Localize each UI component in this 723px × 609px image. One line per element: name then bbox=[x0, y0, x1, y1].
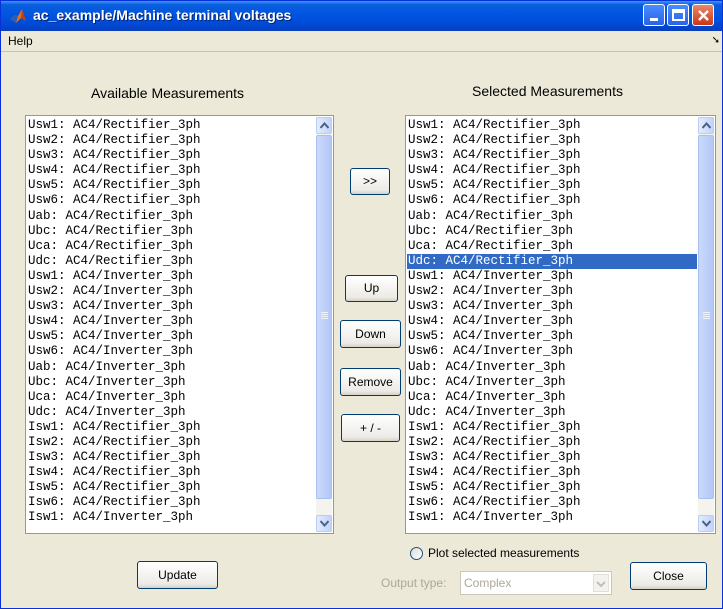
list-item[interactable]: Uca: AC4/Rectifier_3ph bbox=[27, 239, 315, 254]
available-scrollbar[interactable] bbox=[316, 117, 332, 532]
up-button[interactable]: Up bbox=[345, 275, 398, 302]
list-item[interactable]: Usw3: AC4/Rectifier_3ph bbox=[27, 148, 315, 163]
scroll-down-icon bbox=[320, 520, 329, 527]
list-item[interactable]: Usw4: AC4/Inverter_3ph bbox=[27, 314, 315, 329]
window: ac_example/Machine terminal voltages Hel… bbox=[0, 0, 723, 609]
list-item[interactable]: Uab: AC4/Rectifier_3ph bbox=[27, 209, 315, 224]
list-item[interactable]: Usw2: AC4/Inverter_3ph bbox=[27, 284, 315, 299]
list-item[interactable]: Isw6: AC4/Rectifier_3ph bbox=[27, 495, 315, 510]
list-item[interactable]: Isw3: AC4/Rectifier_3ph bbox=[407, 450, 697, 465]
remove-button[interactable]: Remove bbox=[340, 368, 401, 396]
scroll-up-icon bbox=[320, 122, 329, 129]
list-item[interactable]: Ubc: AC4/Rectifier_3ph bbox=[407, 224, 697, 239]
list-item[interactable]: Isw3: AC4/Rectifier_3ph bbox=[27, 450, 315, 465]
selected-label: Selected Measurements bbox=[472, 83, 623, 99]
scroll-up-button[interactable] bbox=[698, 117, 714, 134]
list-item[interactable]: Usw5: AC4/Rectifier_3ph bbox=[407, 178, 697, 193]
list-item[interactable]: Usw1: AC4/Rectifier_3ph bbox=[27, 118, 315, 133]
list-item[interactable]: Uca: AC4/Inverter_3ph bbox=[407, 390, 697, 405]
list-item[interactable]: Isw6: AC4/Rectifier_3ph bbox=[407, 495, 697, 510]
list-item[interactable]: Isw1: AC4/Inverter_3ph bbox=[27, 510, 315, 525]
list-item[interactable]: Usw1: AC4/Rectifier_3ph bbox=[407, 118, 697, 133]
list-item[interactable]: Isw5: AC4/Rectifier_3ph bbox=[407, 480, 697, 495]
output-type-label: Output type: bbox=[381, 576, 447, 590]
list-item[interactable]: Udc: AC4/Rectifier_3ph bbox=[27, 254, 315, 269]
list-item[interactable]: Usw1: AC4/Inverter_3ph bbox=[27, 269, 315, 284]
down-button[interactable]: Down bbox=[340, 320, 401, 348]
list-item[interactable]: Uca: AC4/Rectifier_3ph bbox=[407, 239, 697, 254]
list-item[interactable]: Usw2: AC4/Rectifier_3ph bbox=[407, 133, 697, 148]
close-window-button[interactable] bbox=[692, 4, 714, 26]
list-item[interactable]: Uca: AC4/Inverter_3ph bbox=[27, 390, 315, 405]
available-listbox[interactable]: Usw1: AC4/Rectifier_3ph Usw2: AC4/Rectifi… bbox=[25, 115, 334, 534]
update-button[interactable]: Update bbox=[137, 561, 218, 589]
list-item[interactable]: Isw5: AC4/Rectifier_3ph bbox=[27, 480, 315, 495]
list-item[interactable]: Ubc: AC4/Inverter_3ph bbox=[27, 375, 315, 390]
add-button[interactable]: >> bbox=[350, 168, 390, 195]
list-item[interactable]: Usw6: AC4/Inverter_3ph bbox=[407, 344, 697, 359]
scroll-thumb[interactable] bbox=[698, 135, 714, 499]
list-item[interactable]: Udc: AC4/Rectifier_3ph bbox=[407, 253, 697, 269]
list-item[interactable]: Isw4: AC4/Rectifier_3ph bbox=[27, 465, 315, 480]
list-item[interactable]: Usw3: AC4/Inverter_3ph bbox=[27, 299, 315, 314]
title-bar[interactable]: ac_example/Machine terminal voltages bbox=[1, 1, 722, 31]
list-item[interactable]: Uab: AC4/Inverter_3ph bbox=[27, 360, 315, 375]
list-item[interactable]: Usw3: AC4/Inverter_3ph bbox=[407, 299, 697, 314]
list-item[interactable]: Usw1: AC4/Inverter_3ph bbox=[407, 269, 697, 284]
list-item[interactable]: Usw6: AC4/Rectifier_3ph bbox=[27, 193, 315, 208]
menu-bar: Help ➘ bbox=[1, 31, 722, 52]
plot-radio-label: Plot selected measurements bbox=[428, 546, 580, 560]
close-icon bbox=[698, 10, 709, 21]
list-item[interactable]: Usw5: AC4/Rectifier_3ph bbox=[27, 178, 315, 193]
available-label: Available Measurements bbox=[91, 85, 245, 101]
list-item[interactable]: Usw3: AC4/Rectifier_3ph bbox=[407, 148, 697, 163]
output-type-select[interactable]: Complex bbox=[460, 571, 612, 595]
list-item[interactable]: Isw1: AC4/Inverter_3ph bbox=[407, 510, 697, 525]
list-item[interactable]: Usw4: AC4/Inverter_3ph bbox=[407, 314, 697, 329]
list-item[interactable]: Isw2: AC4/Rectifier_3ph bbox=[407, 435, 697, 450]
selected-items: Usw1: AC4/Rectifier_3ph Usw2: AC4/Rectifi… bbox=[407, 118, 697, 526]
plot-radio[interactable] bbox=[410, 547, 423, 560]
list-item[interactable]: Isw1: AC4/Rectifier_3ph bbox=[407, 420, 697, 435]
list-item[interactable]: Usw6: AC4/Inverter_3ph bbox=[27, 344, 315, 359]
list-item[interactable]: Udc: AC4/Inverter_3ph bbox=[27, 405, 315, 420]
minimize-button[interactable] bbox=[643, 4, 665, 26]
window-title: ac_example/Machine terminal voltages bbox=[33, 7, 292, 23]
selected-listbox[interactable]: Usw1: AC4/Rectifier_3ph Usw2: AC4/Rectifi… bbox=[405, 115, 716, 534]
maximize-button[interactable] bbox=[667, 4, 689, 26]
available-items: Usw1: AC4/Rectifier_3ph Usw2: AC4/Rectifi… bbox=[27, 118, 315, 526]
list-item[interactable]: Isw4: AC4/Rectifier_3ph bbox=[407, 465, 697, 480]
scroll-down-icon bbox=[702, 520, 711, 527]
scroll-up-button[interactable] bbox=[316, 117, 332, 134]
list-item[interactable]: Udc: AC4/Inverter_3ph bbox=[407, 405, 697, 420]
list-item[interactable]: Usw5: AC4/Inverter_3ph bbox=[27, 329, 315, 344]
list-item[interactable]: Uab: AC4/Rectifier_3ph bbox=[407, 209, 697, 224]
list-item[interactable]: Usw4: AC4/Rectifier_3ph bbox=[27, 163, 315, 178]
sign-toggle-button[interactable]: + / - bbox=[341, 414, 400, 442]
list-item[interactable]: Usw2: AC4/Rectifier_3ph bbox=[27, 133, 315, 148]
scroll-down-button[interactable] bbox=[316, 515, 332, 532]
list-item[interactable]: Isw1: AC4/Rectifier_3ph bbox=[27, 420, 315, 435]
output-type-value: Complex bbox=[464, 576, 512, 590]
close-button[interactable]: Close bbox=[630, 562, 707, 590]
list-item[interactable]: Ubc: AC4/Rectifier_3ph bbox=[27, 224, 315, 239]
list-item[interactable]: Usw4: AC4/Rectifier_3ph bbox=[407, 163, 697, 178]
scroll-thumb[interactable] bbox=[316, 135, 332, 499]
scroll-down-button[interactable] bbox=[698, 515, 714, 532]
matlab-icon bbox=[9, 7, 27, 25]
menu-help[interactable]: Help bbox=[8, 34, 33, 48]
list-item[interactable]: Isw2: AC4/Rectifier_3ph bbox=[27, 435, 315, 450]
maximize-icon bbox=[672, 9, 685, 21]
list-item[interactable]: Ubc: AC4/Inverter_3ph bbox=[407, 375, 697, 390]
list-item[interactable]: Usw2: AC4/Inverter_3ph bbox=[407, 284, 697, 299]
list-item[interactable]: Uab: AC4/Inverter_3ph bbox=[407, 360, 697, 375]
menu-arrow-icon[interactable]: ➘ bbox=[712, 35, 720, 46]
dropdown-arrow-icon[interactable] bbox=[593, 574, 609, 592]
selected-scrollbar[interactable] bbox=[698, 117, 714, 532]
list-item[interactable]: Usw5: AC4/Inverter_3ph bbox=[407, 329, 697, 344]
list-item[interactable]: Usw6: AC4/Rectifier_3ph bbox=[407, 193, 697, 208]
minimize-icon bbox=[650, 18, 658, 21]
scroll-up-icon bbox=[702, 122, 711, 129]
